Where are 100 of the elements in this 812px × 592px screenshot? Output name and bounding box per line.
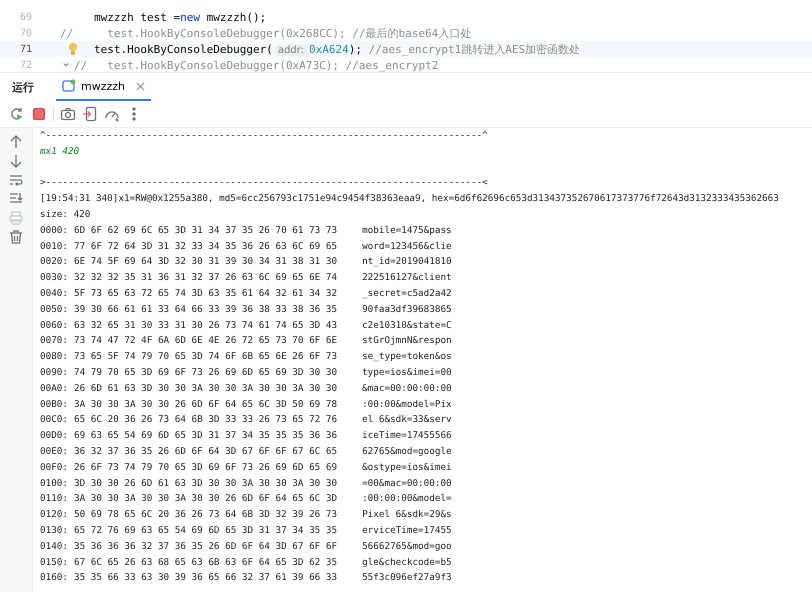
hex-offset: 0120:: [40, 508, 68, 522]
separator-line: ^------------------------------------------------------------------------------^: [40, 129, 489, 143]
ascii-text: Pixel 6&sdk=29&s: [362, 508, 452, 522]
hex-offset: 00D0:: [40, 429, 68, 444]
hex-offset: 0000:: [40, 224, 68, 238]
ascii-text: &mac=00:00:00:00: [362, 382, 452, 396]
hex-bytes: 50 69 78 65 6C 20 36 26 73 64 6B 3D 32 39 26 73: [74, 508, 338, 522]
console-output: mx1 420: [40, 144, 80, 159]
hex-bytes: 35 35 66 33 63 30 39 36 65 66 32 37 61 39 66 33: [74, 571, 338, 586]
trash-icon[interactable]: [8, 229, 24, 245]
hex-bytes: 65 72 76 69 63 65 54 69 6D 65 3D 31 37 34 35 35: [74, 524, 338, 538]
comment-marker: //: [60, 26, 74, 40]
ascii-text: :00:00:00&model=: [362, 492, 452, 506]
line-number: 71: [18, 44, 32, 54]
hex-offset: 00A0:: [40, 382, 68, 396]
ascii-text: _secret=c5ad2a42: [362, 286, 452, 301]
hex-bytes: 77 6F 72 64 3D 31 32 33 34 35 36 26 63 6C 69 65: [74, 240, 338, 254]
comment-marker: //: [74, 58, 88, 72]
rerun-icon[interactable]: [9, 106, 25, 122]
hex-offset: 00C0:: [40, 413, 68, 428]
hex-bytes: 5F 73 65 63 72 65 74 3D 63 35 61 64 32 61 34 32: [74, 286, 338, 301]
ascii-text: type=ios&imei=00: [362, 366, 452, 380]
code-token: new: [180, 10, 200, 24]
code-token: mwzzzh();: [206, 10, 266, 24]
hex-bytes: 26 6D 61 63 3D 30 30 3A 30 30 3A 30 30 3A 30 30: [74, 382, 338, 396]
ascii-text: :00:00&model=Pix: [362, 398, 452, 412]
log-line: [19:54:31 340]x1=RW@0x1255a380, md5=6cc256793c1751e94c9454f38363eaa9, hex=6d6f62696c653d313437352670617373776f72643d3132333435362663: [40, 192, 780, 206]
code-token: );: [348, 42, 363, 56]
hex-bytes: 6E 74 5F 69 64 3D 32 30 31 39 30 34 31 38 31 30: [74, 255, 338, 270]
log-line: size: 420: [40, 208, 92, 222]
hex-bytes: 3A 30 30 3A 30 30 26 6D 6F 64 65 6C 3D 50 69 78: [74, 398, 338, 412]
exit-icon[interactable]: [82, 106, 98, 122]
ascii-text: nt_id=2019041810: [362, 255, 452, 270]
hex-offset: 0110:: [40, 492, 68, 506]
hex-offset: 0060:: [40, 318, 68, 333]
code-token: mwzzzh test =: [94, 10, 180, 24]
hex-bytes: 39 30 66 61 61 33 64 66 33 39 36 38 33 38 36 35: [74, 302, 338, 317]
hex-offset: 0030:: [40, 271, 68, 286]
parameter-hint: addr:: [274, 44, 307, 56]
run-tab[interactable]: mwzzzh: [56, 73, 152, 101]
hex-bytes: 3A 30 30 3A 30 30 3A 30 30 26 6D 6F 64 65 6C 3D: [74, 492, 338, 506]
hex-bytes: 6D 6F 62 69 6C 65 3D 31 34 37 35 26 70 61 73 73: [74, 224, 338, 238]
panel-title: 运行: [12, 80, 34, 94]
hex-bytes: 3D 30 30 26 6D 61 63 3D 30 30 3A 30 30 3A 30 30: [74, 476, 338, 491]
ascii-text: iceTime=17455566: [362, 429, 452, 444]
hex-offset: 00F0:: [40, 460, 68, 475]
hex-bytes: 36 32 37 36 35 26 6D 6F 64 3D 67 6F 6F 67 6C 65: [74, 444, 338, 459]
hex-offset: 0160:: [40, 571, 68, 586]
hex-bytes: 74 79 70 65 3D 69 6F 73 26 69 6D 65 69 3D 30 30: [74, 366, 338, 380]
stop-icon[interactable]: [31, 106, 47, 122]
hex-bytes: 73 74 47 72 4F 6A 6D 6E 4E 26 72 65 73 70 6F 6E: [74, 334, 338, 348]
hex-offset: 0080:: [40, 350, 68, 364]
close-icon[interactable]: [136, 82, 146, 90]
ascii-text: mobile=1475&pass: [362, 224, 452, 238]
hex-offset: 0010:: [40, 240, 68, 254]
line-number: 72: [18, 60, 32, 70]
code-token: test.HookByConsoleDebugger(0x268CC); //最后的base64入口处: [106, 26, 472, 40]
code-token: //aes_encrypt1跳转进入AES加密函数处: [368, 42, 580, 56]
hex-bytes: 63 32 65 31 30 33 31 30 26 73 74 61 74 65 3D 43: [74, 318, 338, 333]
ascii-text: 222516127&client: [362, 271, 452, 286]
hex-offset: 0090:: [40, 366, 68, 380]
ascii-text: stGrOjmnN&respon: [362, 334, 452, 348]
hex-offset: 0040:: [40, 286, 68, 301]
hex-offset: 0140:: [40, 540, 68, 554]
hex-bytes: 67 6C 65 26 63 68 65 63 6B 63 6F 64 65 3D 62 35: [74, 556, 338, 570]
ascii-text: el 6&sdk=33&serv: [362, 413, 452, 428]
hex-bytes: 69 63 65 54 69 6D 65 3D 31 37 34 35 35 35 36 36: [74, 429, 338, 444]
ascii-text: word=123456&clie: [362, 240, 452, 254]
hex-offset: 00E0:: [40, 444, 68, 459]
hex-offset: 0070:: [40, 334, 68, 348]
ascii-text: gle&checkcode=b5: [362, 556, 452, 570]
ascii-text: c2e10310&state=C: [362, 318, 452, 333]
ascii-text: 62765&mod=google: [362, 444, 452, 459]
hex-bytes: 32 32 32 35 31 36 31 32 37 26 63 6C 69 65 6E 74: [74, 271, 338, 286]
ascii-text: &ostype=ios&imei: [362, 460, 452, 475]
ascii-text: 90faa3df39683865: [362, 302, 452, 317]
code-token: test.HookByConsoleDebugger(0xA73C); //aes_encrypt2: [106, 58, 438, 72]
hex-bytes: 65 6C 20 36 26 73 64 6B 3D 33 33 26 73 65 72 76: [74, 413, 338, 428]
hex-offset: 0050:: [40, 302, 68, 317]
ascii-text: =00&mac=00:00:00: [362, 476, 452, 491]
arrow-up-icon[interactable]: [8, 134, 24, 150]
hex-bytes: 35 36 36 36 32 37 36 35 26 6D 6F 64 3D 67 6F 6F: [74, 540, 338, 554]
hex-offset: 0150:: [40, 556, 68, 570]
ascii-text: 56662765&mod=goo: [362, 540, 452, 554]
arrow-down-icon[interactable]: [8, 153, 24, 169]
line-number: 70: [18, 28, 32, 38]
code-token: test.HookByConsoleDebugger(: [94, 42, 273, 56]
separator-line: >------------------------------------------------------------------------------<: [40, 176, 489, 190]
ascii-text: erviceTime=17455: [362, 524, 452, 538]
hex-offset: 0020:: [40, 255, 68, 270]
hex-offset: 00B0:: [40, 398, 68, 412]
run-config-icon: [62, 79, 76, 93]
camera-icon[interactable]: [60, 106, 76, 122]
ascii-text: 55f3c096ef27a9f3: [362, 571, 452, 586]
hex-offset: 0100:: [40, 476, 68, 491]
code-token: 0xA624: [308, 42, 349, 56]
hex-bytes: 73 65 5F 74 79 70 65 3D 74 6F 6B 65 6E 26 6F 73: [74, 350, 338, 364]
hex-offset: 0130:: [40, 524, 68, 538]
line-number: 69: [18, 12, 32, 22]
hex-bytes: 26 6F 73 74 79 70 65 3D 69 6F 73 26 69 6D 65 69: [74, 460, 338, 475]
